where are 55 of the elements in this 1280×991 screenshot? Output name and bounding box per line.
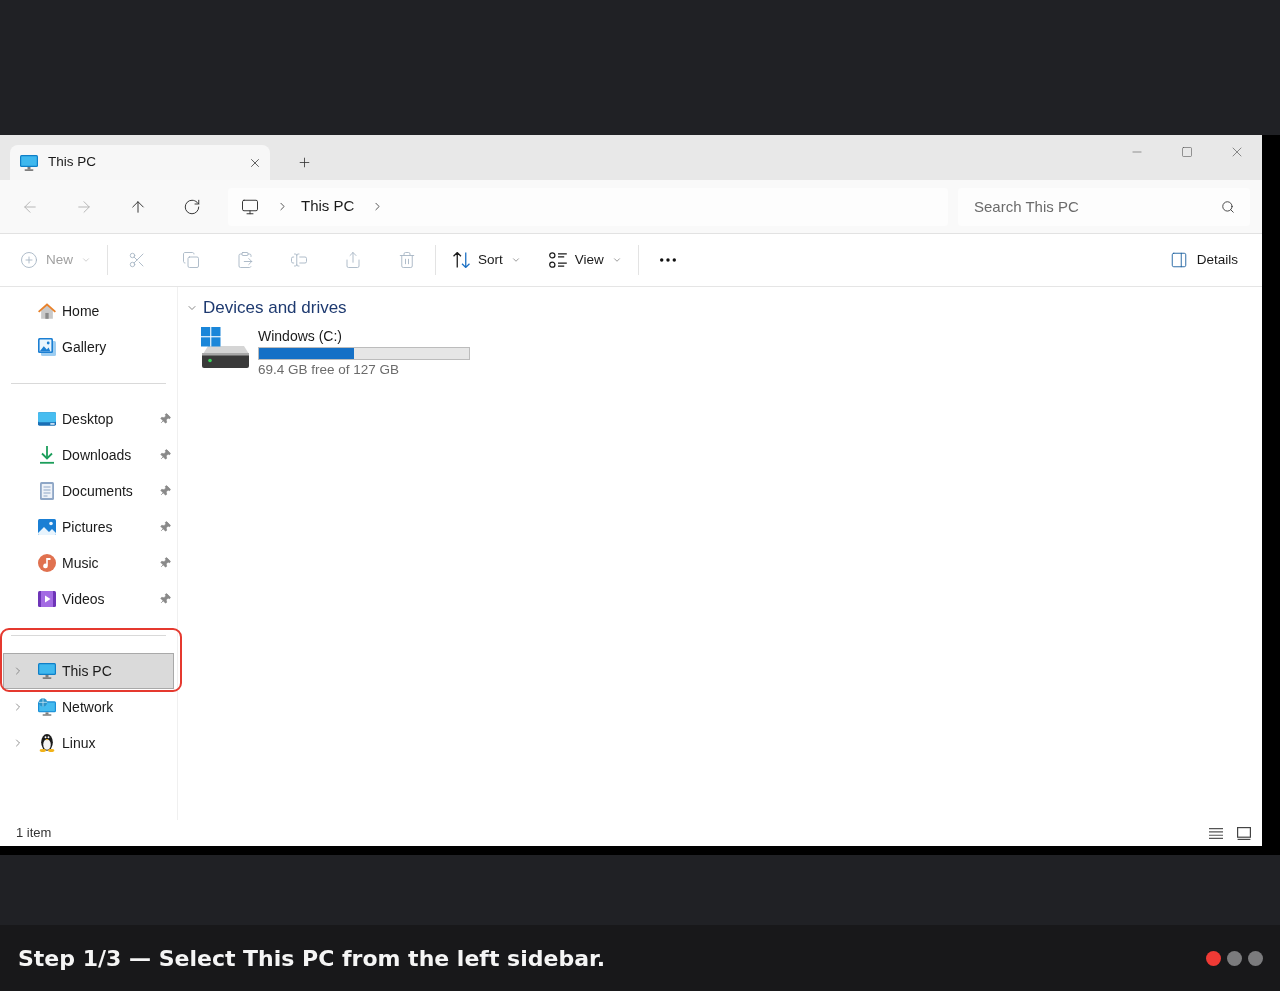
details-pane-icon bbox=[1169, 251, 1188, 269]
gallery-icon bbox=[38, 338, 56, 356]
list-view-icon[interactable] bbox=[1209, 827, 1223, 839]
step-caption: Step 1/3 — Select This PC from the left sidebar. bbox=[18, 944, 606, 973]
address-bar[interactable]: This PC bbox=[228, 187, 948, 226]
clipboard-icon bbox=[236, 251, 254, 269]
view-button[interactable]: View bbox=[540, 242, 630, 278]
chevron-down-icon bbox=[611, 255, 622, 265]
sidebar-item[interactable]: Documents bbox=[3, 473, 174, 509]
share-icon bbox=[344, 251, 362, 269]
sidebar-item[interactable]: Home bbox=[3, 293, 174, 329]
plus-circle-icon bbox=[20, 251, 38, 269]
sidebar-item[interactable]: Linux bbox=[3, 725, 174, 761]
chevron-down-icon bbox=[510, 255, 521, 265]
sidebar-item[interactable]: Downloads bbox=[3, 437, 174, 473]
tab[interactable]: This PC bbox=[10, 145, 270, 180]
more-icon bbox=[659, 258, 676, 262]
drive-name[interactable]: Windows (C:) bbox=[258, 327, 470, 345]
scissors-icon bbox=[128, 251, 146, 269]
penguin-icon bbox=[38, 734, 56, 752]
trash-icon bbox=[398, 251, 416, 269]
monitor-icon bbox=[241, 197, 259, 216]
music-note-icon bbox=[38, 554, 56, 572]
search-field[interactable]: Search This PC bbox=[958, 187, 1250, 226]
tiles-view-icon[interactable] bbox=[1237, 826, 1251, 840]
details-button[interactable]: Details bbox=[1161, 242, 1246, 278]
maximize-icon bbox=[1181, 146, 1193, 158]
network-icon bbox=[38, 698, 56, 716]
monitor-icon bbox=[20, 154, 38, 171]
document-icon bbox=[38, 482, 56, 500]
sidebar-item[interactable]: Music bbox=[3, 545, 174, 581]
sidebar-item[interactable]: Pictures bbox=[3, 509, 174, 545]
picture-icon bbox=[38, 518, 56, 536]
sidebar-item[interactable]: Videos bbox=[3, 581, 174, 617]
group-header[interactable]: Devices and drives bbox=[186, 297, 347, 319]
sort-arrows-icon bbox=[453, 252, 470, 268]
free-space-text: 69.4 GB free of 127 GB bbox=[258, 361, 401, 379]
refresh-icon bbox=[183, 197, 201, 216]
sidebar-item[interactable]: This PC bbox=[3, 653, 174, 689]
sidebar-item[interactable]: Gallery bbox=[3, 329, 174, 365]
video-icon bbox=[38, 590, 56, 608]
monitor-icon bbox=[38, 662, 56, 680]
item-count: 1 item bbox=[16, 824, 52, 843]
sidebar-item[interactable]: Network bbox=[3, 689, 174, 725]
text-cursor-icon bbox=[290, 251, 308, 269]
plus-icon bbox=[296, 154, 312, 170]
sidebar-item[interactable]: Desktop bbox=[3, 401, 174, 437]
breadcrumb[interactable]: This PC bbox=[301, 195, 355, 218]
sort-button[interactable]: Sort bbox=[445, 242, 529, 278]
home-icon bbox=[38, 302, 56, 320]
drive-icon[interactable] bbox=[201, 327, 249, 368]
desktop-icon bbox=[38, 410, 56, 428]
copy-icon bbox=[182, 251, 200, 269]
chevron-down-icon bbox=[81, 255, 91, 265]
list-layout-icon bbox=[548, 252, 567, 268]
